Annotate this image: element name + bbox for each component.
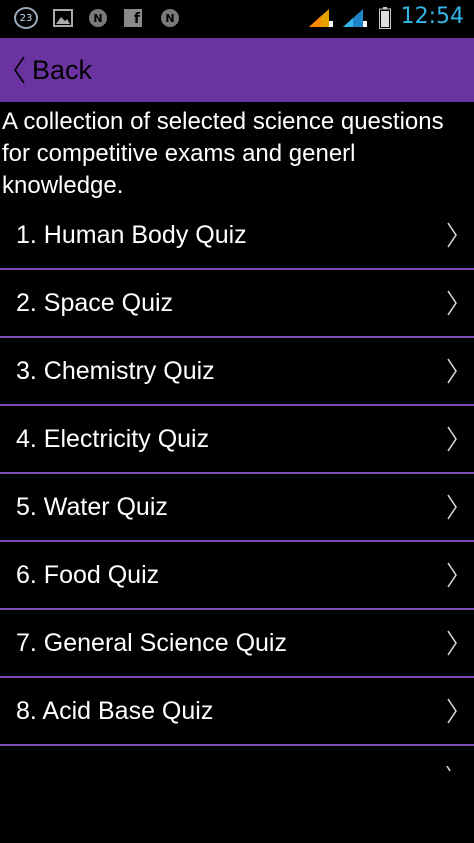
quiz-item-label: 1. Human Body Quiz bbox=[16, 220, 247, 249]
n-notification-icon: N bbox=[88, 8, 108, 28]
n-notification-icon: N bbox=[160, 8, 180, 28]
chevron-right-icon bbox=[447, 494, 457, 520]
n-badge-letter: N bbox=[165, 11, 175, 25]
quiz-item-human-body[interactable]: 1. Human Body Quiz bbox=[0, 202, 474, 270]
notification-count: 23 bbox=[19, 12, 33, 24]
quiz-item-label: 5. Water Quiz bbox=[16, 492, 168, 521]
battery-icon bbox=[378, 7, 392, 29]
quiz-item-label: 3. Chemistry Quiz bbox=[16, 356, 215, 385]
quiz-item-acid-base[interactable]: 8. Acid Base Quiz bbox=[0, 678, 474, 746]
signal-icon bbox=[306, 8, 336, 28]
quiz-item-label: 6. Food Quiz bbox=[16, 560, 160, 589]
facebook-icon: f bbox=[122, 8, 144, 28]
back-button[interactable]: Back bbox=[0, 38, 92, 102]
chevron-right-icon bbox=[447, 222, 457, 248]
quiz-item-label: 4. Electricity Quiz bbox=[16, 424, 210, 453]
n-badge-letter: N bbox=[93, 11, 103, 25]
image-icon bbox=[52, 8, 74, 28]
quiz-item-label: 8. Acid Base Quiz bbox=[16, 696, 214, 725]
back-label: Back bbox=[32, 54, 93, 85]
quiz-item-food[interactable]: 6. Food Quiz bbox=[0, 542, 474, 610]
chevron-left-icon bbox=[14, 56, 25, 84]
clock: 12:54 bbox=[400, 4, 464, 29]
chevron-right-icon bbox=[447, 358, 457, 384]
notification-count-icon: 23 bbox=[14, 7, 38, 29]
quiz-list: 1. Human Body Quiz 2. Space Quiz 3. Chem… bbox=[0, 202, 474, 746]
chevron-right-icon bbox=[447, 630, 457, 656]
quiz-item-space[interactable]: 2. Space Quiz bbox=[0, 270, 474, 338]
chevron-right-icon bbox=[447, 562, 457, 588]
quiz-item-electricity[interactable]: 4. Electricity Quiz bbox=[0, 406, 474, 474]
signal-icon bbox=[340, 8, 370, 28]
status-bar: 23 N f N 12:54 bbox=[0, 0, 474, 38]
quiz-item-label: 7. General Science Quiz bbox=[16, 628, 287, 657]
quiz-item-general-science[interactable]: 7. General Science Quiz bbox=[0, 610, 474, 678]
action-bar: Back bbox=[0, 38, 474, 102]
quiz-item-water[interactable]: 5. Water Quiz bbox=[0, 474, 474, 542]
chevron-right-icon bbox=[446, 766, 451, 772]
description-text: A collection of selected science questio… bbox=[2, 108, 444, 199]
chevron-right-icon bbox=[447, 698, 457, 724]
facebook-letter: f bbox=[133, 11, 140, 27]
quiz-item-chemistry[interactable]: 3. Chemistry Quiz bbox=[0, 338, 474, 406]
chevron-right-icon bbox=[447, 290, 457, 316]
quiz-item-label: 2. Space Quiz bbox=[16, 288, 174, 317]
chevron-right-icon bbox=[447, 426, 457, 452]
